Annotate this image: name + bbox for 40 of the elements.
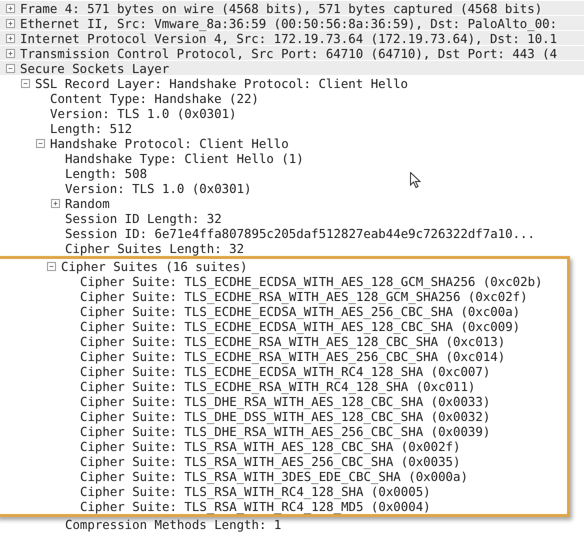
- expand-icon[interactable]: [6, 48, 15, 58]
- tree-item-label[interactable]: Cipher Suite: TLS_ECDHE_ECDSA_WITH_AES_128_CBC_SHA (0xc009): [80, 319, 520, 334]
- tree-item-label[interactable]: Length: 512: [50, 121, 132, 136]
- tree-item-label[interactable]: Cipher Suite: TLS_DHE_RSA_WITH_AES_128_CBC_SHA (0x0033): [80, 394, 490, 409]
- collapse-icon[interactable]: [47, 262, 56, 271]
- tree-item-label[interactable]: Version: TLS 1.0 (0x0301): [65, 181, 252, 196]
- tree-item-label[interactable]: Cipher Suite: TLS_RSA_WITH_AES_128_CBC_SHA (0x002f): [80, 439, 460, 454]
- tree-item-label[interactable]: Handshake Type: Client Hello (1): [65, 151, 304, 166]
- expand-icon[interactable]: [6, 18, 15, 28]
- tree-item-label[interactable]: Cipher Suite: TLS_ECDHE_RSA_WITH_AES_256_CBC_SHA (0xc014): [80, 349, 506, 364]
- tree-item-label[interactable]: Cipher Suites Length: 32: [65, 241, 244, 256]
- tree-item-label[interactable]: Cipher Suite: TLS_ECDHE_RSA_WITH_RC4_128_SHA (0xc011): [80, 379, 476, 394]
- tree-item-label[interactable]: Compression Methods Length: 1: [65, 517, 282, 532]
- mouse-pointer-icon: [410, 172, 421, 189]
- tree-item-label[interactable]: Cipher Suite: TLS_DHE_RSA_WITH_AES_256_CBC_SHA (0x0039): [80, 424, 490, 439]
- collapse-icon[interactable]: [36, 139, 45, 148]
- tree-item-label[interactable]: Version: TLS 1.0 (0x0301): [50, 106, 236, 121]
- tree-item-label[interactable]: Session ID: 6e71e4ffa807895c205daf512827eab44e9c726322df7a10...: [65, 226, 535, 241]
- expand-icon[interactable]: [6, 4, 15, 12]
- tree-item-label[interactable]: Session ID Length: 32: [65, 211, 222, 226]
- tree-item-label[interactable]: Content Type: Handshake (22): [50, 91, 259, 106]
- tree-item-label[interactable]: Cipher Suite: TLS_ECDHE_ECDSA_WITH_AES_128_GCM_SHA256 (0xc02b): [80, 274, 543, 289]
- tree-item-label[interactable]: Cipher Suite: TLS_RSA_WITH_3DES_EDE_CBC_SHA (0x000a): [80, 469, 468, 484]
- tree-item-label[interactable]: Cipher Suite: TLS_ECDHE_RSA_WITH_AES_128_CBC_SHA (0xc013): [80, 334, 506, 349]
- tree-item-label[interactable]: Cipher Suite: TLS_ECDHE_RSA_WITH_AES_128_GCM_SHA256 (0xc02f): [80, 289, 528, 304]
- collapse-icon[interactable]: [6, 64, 15, 72]
- tree-item-label[interactable]: Cipher Suite: TLS_ECDHE_ECDSA_WITH_RC4_128_SHA (0xc007): [80, 364, 490, 379]
- tree-item-label[interactable]: Random: [65, 196, 110, 211]
- tree-item-label[interactable]: Handshake Protocol: Client Hello: [50, 136, 289, 151]
- tree-item-label[interactable]: Cipher Suite: TLS_RSA_WITH_RC4_128_SHA (0x0005): [80, 484, 431, 499]
- tree-item-label[interactable]: SSL Record Layer: Handshake Protocol: Client Hello: [35, 76, 408, 91]
- expand-icon[interactable]: [51, 199, 60, 208]
- tree-item-label[interactable]: Cipher Suite: TLS_RSA_WITH_AES_256_CBC_SHA (0x0035): [80, 454, 460, 469]
- tree-item-label[interactable]: Length: 508: [65, 166, 148, 181]
- tree-item-label[interactable]: Cipher Suite: TLS_RSA_WITH_RC4_128_MD5 (0x0004): [80, 499, 431, 514]
- expand-icon[interactable]: [6, 34, 15, 42]
- collapse-icon[interactable]: [21, 79, 30, 88]
- tree-item-label[interactable]: Cipher Suite: TLS_ECDHE_ECDSA_WITH_AES_256_CBC_SHA (0xc00a): [80, 304, 520, 319]
- tree-item-label[interactable]: Cipher Suite: TLS_DHE_DSS_WITH_AES_128_CBC_SHA (0x0032): [80, 409, 490, 424]
- tree-item-label[interactable]: Cipher Suites (16 suites): [61, 259, 248, 274]
